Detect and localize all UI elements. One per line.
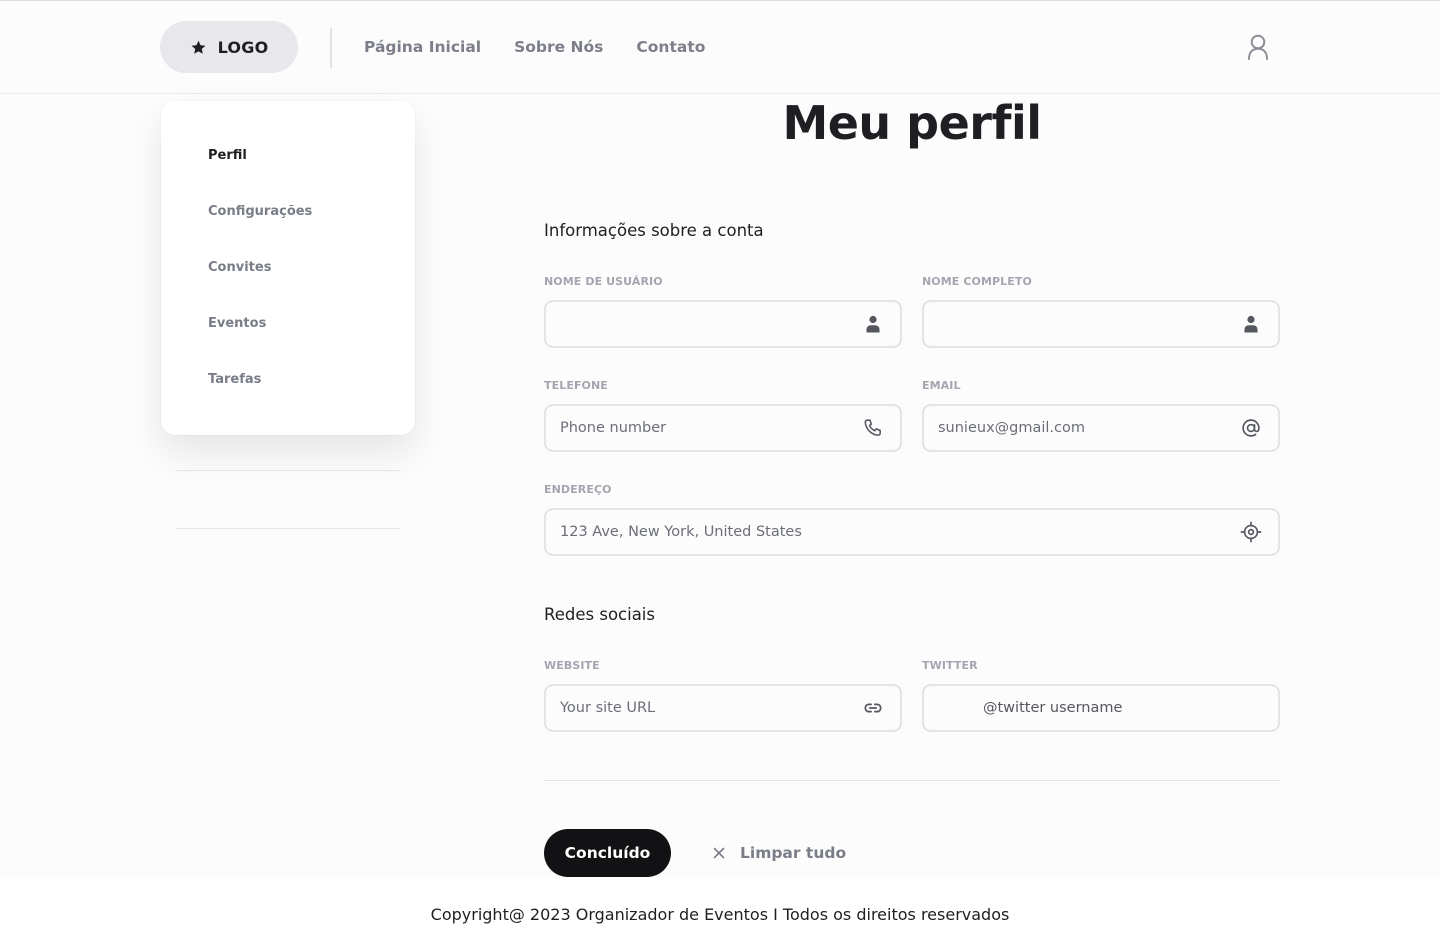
page-footer: Copyright@ 2023 Organizador de Eventos I…	[0, 878, 1440, 950]
username-field[interactable]	[544, 300, 902, 348]
address-label: ENDEREÇO	[544, 483, 612, 496]
website-label: WEBSITE	[544, 659, 600, 672]
address-value: 123 Ave, New York, United States	[560, 524, 802, 540]
link-icon	[864, 703, 882, 713]
sidebar-divider	[176, 528, 400, 529]
twitter-field[interactable]: @twitter username	[922, 684, 1280, 732]
social-section-heading: Redes sociais	[544, 605, 655, 624]
nav-link-contact[interactable]: Contato	[636, 35, 705, 59]
fullname-label: NOME COMPLETO	[922, 275, 1032, 288]
phone-placeholder: Phone number	[560, 420, 667, 436]
logo-text: LOGO	[217, 37, 269, 57]
nav-link-about[interactable]: Sobre Nós	[514, 35, 603, 59]
account-section-heading: Informações sobre a conta	[544, 221, 764, 240]
top-navbar: LOGO Página Inicial Sobre Nós Contato	[0, 1, 1440, 94]
form-divider	[544, 780, 1280, 781]
twitter-placeholder: @twitter username	[983, 700, 1123, 716]
profile-sidebar: Perfil Configurações Convites Eventos Ta…	[161, 101, 415, 435]
sidebar-item-perfil[interactable]: Perfil	[161, 145, 415, 201]
done-button[interactable]: Concluído	[544, 829, 671, 877]
location-target-icon	[1240, 521, 1262, 543]
twitter-label: TWITTER	[922, 659, 978, 672]
user-profile-icon[interactable]	[1244, 31, 1272, 65]
logo-button[interactable]: LOGO	[160, 21, 298, 73]
phone-label: TELEFONE	[544, 379, 608, 392]
close-icon	[713, 847, 725, 859]
clear-all-button[interactable]: Limpar tudo	[712, 840, 846, 866]
main-nav: Página Inicial Sobre Nós Contato	[364, 35, 738, 59]
at-sign-icon	[1242, 419, 1260, 437]
star-icon	[191, 40, 206, 54]
phone-icon	[864, 419, 881, 436]
email-value: sunieux@gmail.com	[938, 420, 1086, 436]
sidebar-item-configuracoes[interactable]: Configurações	[161, 201, 415, 257]
address-field[interactable]: 123 Ave, New York, United States	[544, 508, 1280, 556]
sidebar-item-eventos[interactable]: Eventos	[161, 313, 415, 369]
sidebar-menu: Perfil Configurações Convites Eventos Ta…	[161, 101, 415, 425]
email-label: EMAIL	[922, 379, 961, 392]
sidebar-divider	[176, 470, 400, 471]
fullname-field[interactable]	[922, 300, 1280, 348]
username-label: NOME DE USUÁRIO	[544, 275, 663, 288]
website-field[interactable]: Your site URL	[544, 684, 902, 732]
website-placeholder: Your site URL	[560, 700, 656, 716]
user-icon	[866, 315, 880, 333]
user-icon	[1244, 315, 1258, 333]
clear-all-label: Limpar tudo	[740, 844, 847, 862]
sidebar-item-tarefas[interactable]: Tarefas	[161, 369, 415, 425]
nav-divider	[330, 28, 332, 68]
page-title: Meu perfil	[782, 96, 1042, 150]
email-field[interactable]: sunieux@gmail.com	[922, 404, 1280, 452]
phone-field[interactable]: Phone number	[544, 404, 902, 452]
nav-link-home[interactable]: Página Inicial	[364, 35, 481, 59]
copyright-text: Copyright@ 2023 Organizador de Eventos I…	[430, 904, 1010, 924]
sidebar-item-convites[interactable]: Convites	[161, 257, 415, 313]
